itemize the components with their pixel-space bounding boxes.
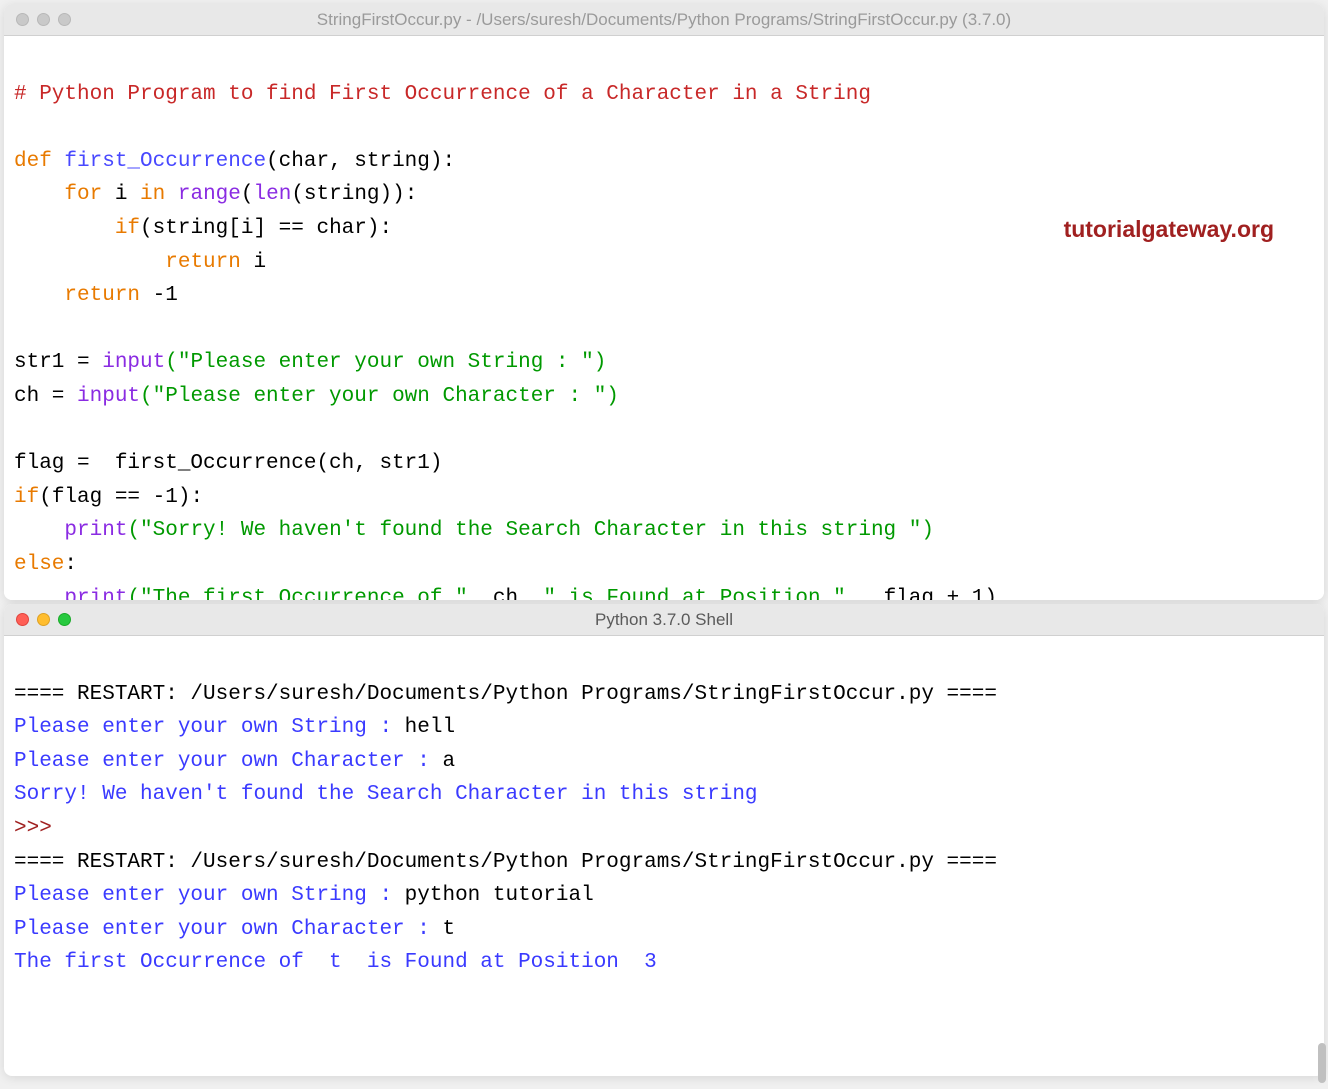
for-var: i <box>102 183 140 206</box>
editor-content[interactable]: # Python Program to find First Occurrenc… <box>4 36 1324 600</box>
input-str1: ("Please enter your own String : ") <box>165 351 606 374</box>
restart-line2: ==== RESTART: /Users/suresh/Documents/Py… <box>14 851 997 874</box>
scrollbar-thumb[interactable] <box>1318 1043 1324 1076</box>
range-arg: (string)): <box>291 183 417 206</box>
kw-def: def <box>14 150 52 173</box>
run1-output: Sorry! We haven't found the Search Chara… <box>14 783 770 806</box>
run2-output: The first Occurrence of t is Found at Po… <box>14 951 657 974</box>
return-val2: -1 <box>140 284 178 307</box>
shell-title: Python 3.7.0 Shell <box>16 610 1312 630</box>
run2-prompt1: Please enter your own String : <box>14 884 405 907</box>
shell-content[interactable]: ==== RESTART: /Users/suresh/Documents/Py… <box>4 636 1324 1055</box>
if-flag-cond: (flag == -1): <box>39 486 203 509</box>
kw-for: for <box>64 183 102 206</box>
run1-prompt2: Please enter your own Character : <box>14 750 442 773</box>
print-str1: ("Sorry! We haven't found the Search Cha… <box>127 519 934 542</box>
flag-assign: flag = first_Occurrence(ch, str1) <box>14 452 442 475</box>
editor-window: StringFirstOccur.py - /Users/suresh/Docu… <box>4 4 1324 600</box>
minimize-icon[interactable] <box>37 613 50 626</box>
run2-input1: python tutorial <box>405 884 594 907</box>
zoom-icon[interactable] <box>58 613 71 626</box>
minimize-icon[interactable] <box>37 13 50 26</box>
print-str2c: " is Found at Position " <box>543 587 845 601</box>
editor-titlebar[interactable]: StringFirstOccur.py - /Users/suresh/Docu… <box>4 4 1324 36</box>
traffic-lights <box>16 613 71 626</box>
print-str2a: ("The first Occurrence of " <box>127 587 467 601</box>
str1-var: str1 = <box>14 351 102 374</box>
traffic-lights <box>16 13 71 26</box>
kw-return2: return <box>64 284 140 307</box>
run2-prompt2: Please enter your own Character : <box>14 918 442 941</box>
return-val1: i <box>241 251 266 274</box>
restart-line1: ==== RESTART: /Users/suresh/Documents/Py… <box>14 683 997 706</box>
input-builtin2: input <box>77 385 140 408</box>
else-colon: : <box>64 553 77 576</box>
close-icon[interactable] <box>16 613 29 626</box>
run1-prompt1: Please enter your own String : <box>14 716 405 739</box>
shell-titlebar[interactable]: Python 3.7.0 Shell <box>4 604 1324 636</box>
ch-var: ch = <box>14 385 77 408</box>
editor-title: StringFirstOccur.py - /Users/suresh/Docu… <box>16 10 1312 30</box>
input-builtin1: input <box>102 351 165 374</box>
kw-if-flag: if <box>14 486 39 509</box>
print-str2d: , flag + 1) <box>846 587 997 601</box>
kw-if: if <box>115 217 140 240</box>
shell-window: Python 3.7.0 Shell ==== RESTART: /Users/… <box>4 604 1324 1076</box>
range-builtin: range <box>165 183 241 206</box>
input-str2: ("Please enter your own Character : ") <box>140 385 619 408</box>
code-comment: # Python Program to find First Occurrenc… <box>14 83 871 106</box>
shell-prompt-chevron: >>> <box>14 817 64 840</box>
print-str2b: , ch, <box>468 587 544 601</box>
kw-else: else <box>14 553 64 576</box>
print-builtin2: print <box>64 587 127 601</box>
func-name: first_Occurrence <box>52 150 266 173</box>
close-icon[interactable] <box>16 13 29 26</box>
run2-input2: t <box>442 918 455 941</box>
watermark-text: tutorialgateway.org <box>1064 211 1274 248</box>
print-builtin1: print <box>64 519 127 542</box>
run1-input2: a <box>442 750 455 773</box>
kw-in: in <box>140 183 165 206</box>
kw-return1: return <box>165 251 241 274</box>
zoom-icon[interactable] <box>58 13 71 26</box>
run1-input1: hell <box>405 716 455 739</box>
if-cond: (string[i] == char): <box>140 217 392 240</box>
len-builtin: len <box>254 183 292 206</box>
func-params: (char, string): <box>266 150 455 173</box>
